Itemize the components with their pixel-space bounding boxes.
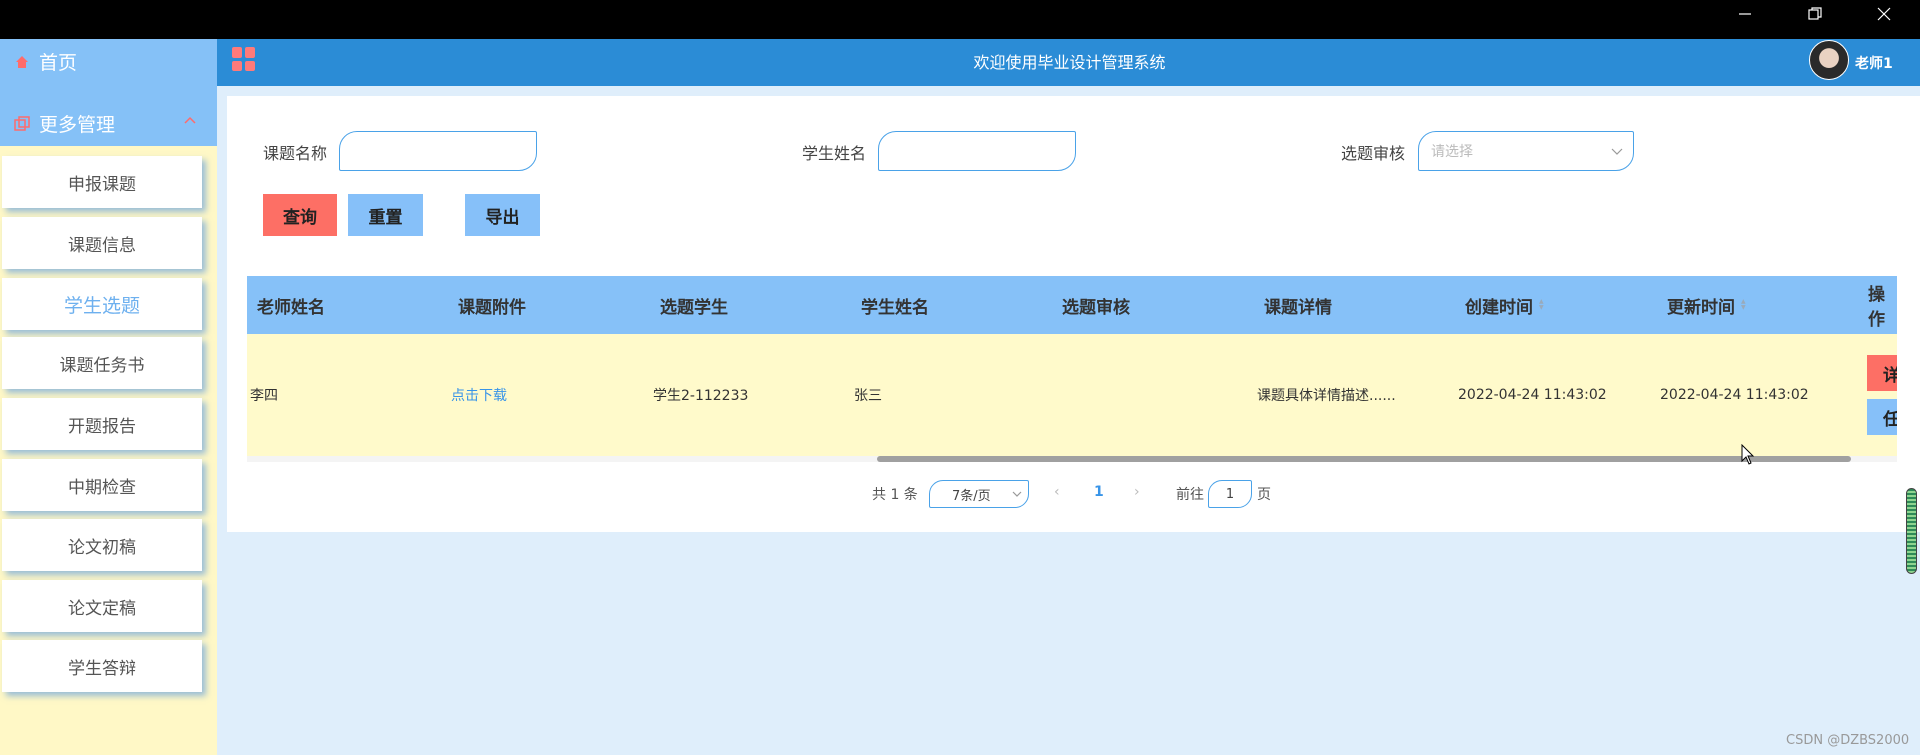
pagination-total: 共 1 条: [872, 487, 918, 503]
sidebar-item-topic-info[interactable]: 课题信息: [2, 217, 202, 269]
sidebar-more-label: 更多管理: [39, 114, 116, 136]
sidebar: 首页 更多管理 申报课题 课题信息 学生选题 课题任务书 开题报告 中期检查 论…: [0, 39, 217, 755]
chevron-up-icon: [184, 116, 196, 124]
sidebar-item-home[interactable]: 首页: [0, 39, 217, 84]
topic-name-label: 课题名称: [263, 144, 328, 163]
sidebar-item-more-management[interactable]: 更多管理: [0, 101, 217, 146]
column-detail: 课题详情: [1264, 297, 1332, 318]
task-button[interactable]: 任: [1867, 399, 1897, 435]
sidebar-menu-top: 首页 更多管理: [0, 39, 217, 146]
column-created-label: 创建时间: [1465, 297, 1533, 318]
cell-updated: 2022-04-24 11:43:02: [1660, 387, 1809, 403]
restore-icon[interactable]: [1792, 0, 1838, 28]
sort-icon[interactable]: ▲ ▼: [1539, 299, 1544, 311]
sidebar-item-midterm-check[interactable]: 中期检查: [2, 459, 202, 511]
home-icon: [16, 55, 28, 68]
table-header: 老师姓名 课题附件 选题学生 学生姓名 选题审核 课题详情 创建时间 ▲ ▼ 更新…: [247, 276, 1897, 334]
student-name-input[interactable]: [878, 131, 1076, 171]
watermark: CSDN @DZBS2000: [1786, 733, 1910, 748]
download-link[interactable]: 点击下载: [451, 334, 507, 456]
minimize-icon[interactable]: [1722, 0, 1768, 28]
window-titlebar: [0, 0, 1920, 39]
cell-teacher: 李四: [250, 388, 278, 404]
sidebar-item-label: 学生答辩: [68, 658, 136, 679]
column-student-name: 学生姓名: [861, 297, 929, 318]
data-table: 老师姓名 课题附件 选题学生 学生姓名 选题审核 课题详情 创建时间 ▲ ▼ 更新…: [247, 276, 1897, 462]
page-title: 欢迎使用毕业设计管理系统: [973, 53, 1166, 72]
sidebar-item-label: 课题信息: [68, 235, 136, 256]
column-updated-time[interactable]: 更新时间 ▲ ▼: [1667, 276, 1746, 334]
column-teacher-name: 老师姓名: [257, 297, 325, 318]
student-name-label: 学生姓名: [802, 144, 867, 163]
page-number-current[interactable]: 1: [1094, 484, 1104, 500]
sidebar-item-student-topic-selection[interactable]: 学生选题: [2, 278, 202, 330]
sidebar-item-label: 中期检查: [68, 477, 136, 498]
page-size-select[interactable]: 7条/页: [929, 480, 1029, 508]
detail-button[interactable]: 详: [1867, 355, 1897, 391]
horizontal-scrollbar[interactable]: [247, 456, 1897, 462]
column-attachment: 课题附件: [458, 297, 526, 318]
search-button[interactable]: 查询: [263, 194, 337, 236]
sidebar-home-label: 首页: [39, 52, 78, 74]
column-review: 选题审核: [1062, 297, 1130, 318]
goto-page-input[interactable]: 1: [1208, 480, 1252, 508]
column-operations: 操作: [1868, 285, 1885, 330]
sidebar-item-label: 申报课题: [68, 174, 136, 195]
export-button[interactable]: 导出: [465, 194, 540, 236]
horizontal-scroll-thumb[interactable]: [877, 456, 1851, 462]
mouse-cursor-icon: [1741, 444, 1755, 465]
top-header: 欢迎使用毕业设计管理系统 老师1: [217, 39, 1920, 86]
sidebar-item-label: 论文定稿: [68, 598, 136, 619]
sidebar-item-label: 课题任务书: [59, 355, 145, 376]
chevron-down-icon: [1012, 491, 1022, 497]
close-icon[interactable]: [1861, 0, 1907, 28]
page-size-value: 7条/页: [952, 488, 991, 504]
sort-icon[interactable]: ▲ ▼: [1741, 299, 1746, 311]
review-status-placeholder: 请选择: [1431, 144, 1473, 160]
cell-created: 2022-04-24 11:43:02: [1458, 387, 1607, 403]
user-name[interactable]: 老师1: [1855, 53, 1893, 73]
column-selected-student: 选题学生: [660, 297, 728, 318]
page-suffix-label: 页: [1257, 487, 1271, 503]
sidebar-item-task-book[interactable]: 课题任务书: [2, 337, 202, 389]
topic-name-input[interactable]: [339, 131, 537, 171]
column-updated-label: 更新时间: [1667, 297, 1735, 318]
cell-student-account: 学生2-112233: [653, 388, 749, 404]
sidebar-item-label: 论文初稿: [68, 537, 136, 558]
table-row: 李四 点击下载 学生2-112233 张三 课题具体详情描述...... 202…: [247, 334, 1897, 456]
avatar[interactable]: [1809, 40, 1849, 80]
sidebar-item-opening-report[interactable]: 开题报告: [2, 398, 202, 450]
vertical-scrollbar[interactable]: [1906, 488, 1917, 574]
cell-student-name: 张三: [854, 388, 882, 404]
goto-label: 前往: [1176, 487, 1204, 503]
cell-detail: 课题具体详情描述......: [1257, 388, 1396, 404]
sidebar-item-declare-topic[interactable]: 申报课题: [2, 156, 202, 208]
prev-page-icon[interactable]: ‹: [1054, 484, 1060, 500]
sidebar-item-final-draft[interactable]: 论文定稿: [2, 580, 202, 632]
column-created-time[interactable]: 创建时间 ▲ ▼: [1465, 276, 1544, 334]
chevron-down-icon: [1611, 148, 1623, 155]
copy-icon: [14, 115, 30, 131]
reset-button[interactable]: 重置: [348, 194, 423, 236]
sidebar-item-label: 学生选题: [63, 294, 140, 317]
sidebar-item-first-draft[interactable]: 论文初稿: [2, 519, 202, 571]
next-page-icon[interactable]: ›: [1134, 484, 1140, 500]
review-status-select[interactable]: 请选择: [1418, 131, 1634, 171]
sidebar-item-label: 开题报告: [68, 416, 136, 437]
review-status-label: 选题审核: [1341, 144, 1406, 163]
sidebar-item-defense[interactable]: 学生答辩: [2, 640, 202, 692]
